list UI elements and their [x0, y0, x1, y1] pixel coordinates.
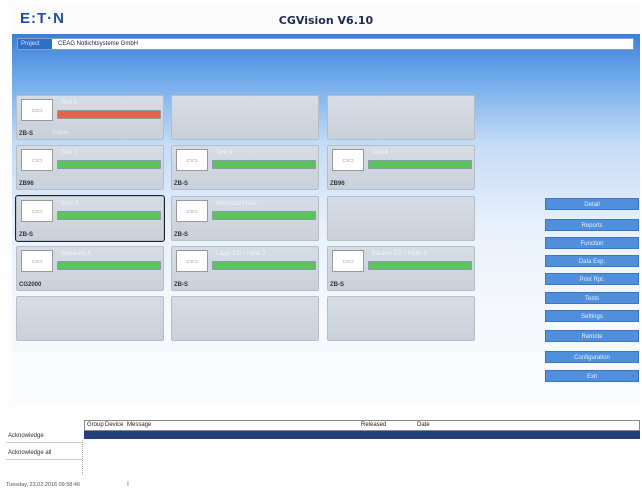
- side-button-reports[interactable]: Reports: [545, 219, 639, 231]
- device-tile[interactable]: ▭▭ Werkstatt Halle ZB-S: [171, 196, 319, 241]
- col-message[interactable]: Message: [127, 422, 151, 428]
- col-device[interactable]: Device: [105, 422, 123, 428]
- cgvision-window: E:T·N CGVision V6.10 Project CEAG Notlic…: [0, 0, 642, 493]
- device-status-bar: [368, 261, 472, 270]
- device-type-code: ZB96: [330, 181, 345, 187]
- device-type-code: ZB96: [19, 181, 34, 187]
- device-name: Test 1: [61, 100, 78, 106]
- device-tile[interactable]: [171, 296, 319, 341]
- device-type-code: ZB-S: [19, 131, 33, 137]
- project-label: Project: [18, 39, 52, 49]
- device-type-code: ZB-S: [330, 282, 344, 288]
- device-tile[interactable]: ▭▭ Test 3 ZB-S: [171, 145, 319, 190]
- device-status-bar: [368, 160, 472, 169]
- side-button-print-rpt[interactable]: Print Rpt.: [545, 273, 639, 285]
- device-status-bar: [212, 160, 316, 169]
- device-name: Test 2: [61, 150, 78, 156]
- device-status-bar: [212, 211, 316, 220]
- side-button-configuration[interactable]: Configuration: [545, 351, 639, 363]
- side-button-detail[interactable]: Detail: [545, 198, 639, 210]
- col-date[interactable]: Date: [417, 422, 430, 428]
- device-image-icon: ▭▭: [176, 200, 208, 222]
- device-name: Lager EG / Halle 2: [216, 251, 266, 257]
- status-datetime: Tuesday, 23.02.2016 09:58:46: [6, 482, 81, 488]
- project-field[interactable]: Project CEAG Notlichtsysteme GmbH: [17, 38, 634, 50]
- device-name: Test 3: [216, 150, 233, 156]
- device-image-icon: ▭▭: [176, 250, 208, 272]
- device-type-code: ZB-S: [174, 181, 188, 187]
- device-tile[interactable]: ▭▭ Test 4 ZB96: [327, 145, 475, 190]
- title-bar: E:T·N CGVision V6.10: [12, 6, 640, 36]
- divider: [82, 440, 83, 475]
- device-status-bar: [57, 261, 161, 270]
- device-name: Test 4: [372, 150, 389, 156]
- device-status-bar: [57, 110, 161, 119]
- acknowledge-all-button[interactable]: Acknowledge all: [6, 446, 82, 460]
- device-tile[interactable]: ▭▭ Test 1 ZB-S Failure: [16, 95, 164, 140]
- side-button-tests[interactable]: Tests: [545, 292, 639, 304]
- device-tile[interactable]: [327, 196, 475, 241]
- device-image-icon: ▭▭: [332, 250, 364, 272]
- device-tile[interactable]: ▭▭ Gebäude 4 CG2000: [16, 246, 164, 291]
- device-image-icon: ▭▭: [21, 99, 53, 121]
- side-button-remote[interactable]: Remote: [545, 330, 639, 342]
- device-image-icon: ▭▭: [21, 200, 53, 222]
- col-group[interactable]: Group: [87, 422, 104, 428]
- device-status-bar: [57, 160, 161, 169]
- device-tile[interactable]: ▭▭ Test 2 ZB96: [16, 145, 164, 190]
- device-status-text: Failure: [53, 130, 69, 136]
- device-type-code: ZB-S: [174, 282, 188, 288]
- device-tile[interactable]: [327, 95, 475, 140]
- side-button-data-exp[interactable]: Data Exp.: [545, 255, 639, 267]
- device-image-icon: ▭▭: [21, 149, 53, 171]
- col-released[interactable]: Released: [361, 422, 386, 428]
- device-status-bar: [212, 261, 316, 270]
- device-name: Büro 5: [61, 201, 79, 207]
- side-button-function[interactable]: Function: [545, 237, 639, 249]
- device-tile[interactable]: ▭▭ Büro 5 ZB-S: [15, 195, 165, 242]
- acknowledge-button[interactable]: Acknowledge: [6, 429, 82, 443]
- device-tile[interactable]: ▭▭ Kantine EG / Halle 3 ZB-S: [327, 246, 475, 291]
- device-tile[interactable]: [171, 95, 319, 140]
- device-tile[interactable]: [327, 296, 475, 341]
- device-tile[interactable]: ▭▭ Lager EG / Halle 2 ZB-S: [171, 246, 319, 291]
- device-name: Werkstatt Halle: [216, 201, 257, 207]
- device-tile[interactable]: [16, 296, 164, 341]
- message-table-header: Group Device Message Released Date: [84, 420, 640, 431]
- project-value: CEAG Notlichtsysteme GmbH: [58, 41, 139, 47]
- device-type-code: ZB-S: [174, 232, 188, 238]
- device-type-code: CG2000: [19, 282, 42, 288]
- text-cursor-icon: I: [127, 481, 129, 488]
- device-name: Gebäude 4: [61, 251, 91, 257]
- device-status-bar: [57, 211, 161, 220]
- side-button-settings[interactable]: Settings: [545, 310, 639, 322]
- app-title: CGVision V6.10: [278, 14, 374, 27]
- device-image-icon: ▭▭: [176, 149, 208, 171]
- device-type-code: ZB-S: [19, 232, 33, 238]
- message-row-selected[interactable]: [84, 431, 640, 439]
- side-button-exit[interactable]: Exit: [545, 370, 639, 382]
- device-name: Kantine EG / Halle 3: [372, 251, 427, 257]
- device-image-icon: ▭▭: [332, 149, 364, 171]
- device-image-icon: ▭▭: [21, 250, 53, 272]
